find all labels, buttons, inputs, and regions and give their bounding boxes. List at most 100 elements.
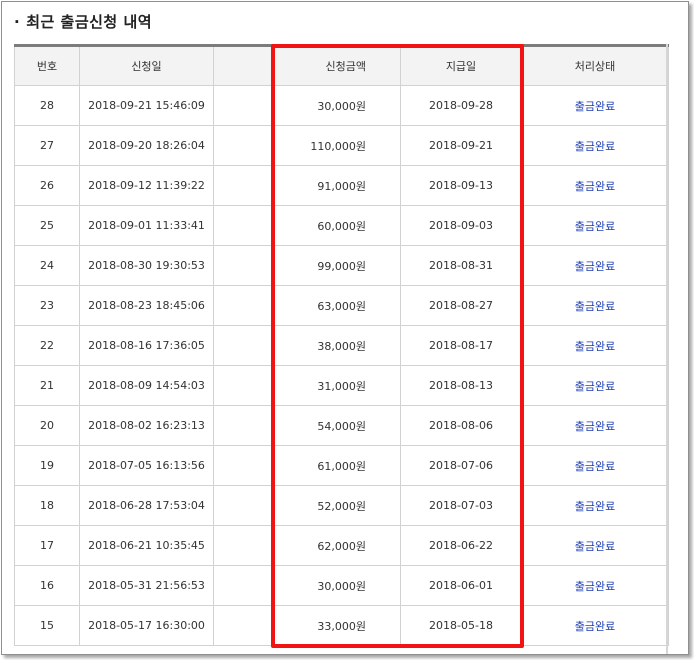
cell-pay-date: 2018-08-13	[400, 365, 522, 406]
cell-blank	[213, 605, 273, 646]
cell-request-date: 2018-09-01 11:33:41	[79, 205, 214, 246]
header-request-date: 신청일	[79, 45, 214, 86]
cell-request-date: 2018-06-28 17:53:04	[79, 485, 214, 526]
cell-blank	[213, 205, 273, 246]
cell-amount: 99,000원	[272, 245, 401, 286]
table-row: 21 2018-08-09 14:54:03 31,000원 2018-08-13 출금…	[14, 365, 669, 406]
cell-request-date: 2018-08-16 17:36:05	[79, 325, 214, 366]
withdrawal-table: 번호 신청일 신청금액 지급일 처리상태 28 2018-09-21 15:46:…	[14, 44, 669, 646]
cell-blank	[213, 405, 273, 446]
cell-request-date: 2018-06-21 10:35:45	[79, 525, 214, 566]
status-link[interactable]: 출금완료	[521, 525, 669, 566]
cell-blank	[213, 325, 273, 366]
table-row: 28 2018-09-21 15:46:09 30,000원 2018-09-28 출금…	[14, 85, 669, 126]
table-row: 26 2018-09-12 11:39:22 91,000원 2018-09-13 출금…	[14, 165, 669, 206]
cell-amount: 31,000원	[272, 365, 401, 406]
cell-blank	[213, 125, 273, 166]
header-pay-date: 지급일	[400, 45, 522, 86]
cell-no: 28	[14, 85, 80, 126]
cell-amount: 38,000원	[272, 325, 401, 366]
header-no: 번호	[14, 45, 80, 86]
cell-pay-date: 2018-08-27	[400, 285, 522, 326]
cell-amount: 110,000원	[272, 125, 401, 166]
header-amount: 신청금액	[272, 45, 401, 86]
status-link[interactable]: 출금완료	[521, 445, 669, 486]
table-row: 22 2018-08-16 17:36:05 38,000원 2018-08-17 출금…	[14, 325, 669, 366]
cell-request-date: 2018-08-30 19:30:53	[79, 245, 214, 286]
status-link[interactable]: 출금완료	[521, 205, 669, 246]
cell-no: 20	[14, 405, 80, 446]
status-link[interactable]: 출금완료	[521, 405, 669, 446]
cell-blank	[213, 525, 273, 566]
cell-no: 26	[14, 165, 80, 206]
header-status: 처리상태	[521, 45, 669, 86]
cell-no: 19	[14, 445, 80, 486]
cell-amount: 60,000원	[272, 205, 401, 246]
cell-blank	[213, 445, 273, 486]
cell-request-date: 2018-07-05 16:13:56	[79, 445, 214, 486]
cell-blank	[213, 365, 273, 406]
table-row: 27 2018-09-20 18:26:04 110,000원 2018-09-21 출…	[14, 125, 669, 166]
status-link[interactable]: 출금완료	[521, 325, 669, 366]
cell-no: 15	[14, 605, 80, 646]
section-title-text: 최근 출금신청 내역	[26, 13, 153, 31]
cell-pay-date: 2018-09-28	[400, 85, 522, 126]
table-row: 16 2018-05-31 21:56:53 30,000원 2018-06-01 출금…	[14, 565, 669, 606]
cell-request-date: 2018-09-20 18:26:04	[79, 125, 214, 166]
cell-pay-date: 2018-08-06	[400, 405, 522, 446]
cell-blank	[213, 85, 273, 126]
table-row: 20 2018-08-02 16:23:13 54,000원 2018-08-06 출금…	[14, 405, 669, 446]
cell-blank	[213, 485, 273, 526]
table-right-edge	[666, 44, 668, 654]
cell-no: 16	[14, 565, 80, 606]
table-header-row: 번호 신청일 신청금액 지급일 처리상태	[14, 45, 669, 86]
cell-pay-date: 2018-07-03	[400, 485, 522, 526]
status-link[interactable]: 출금완료	[521, 365, 669, 406]
status-link[interactable]: 출금완료	[521, 165, 669, 206]
cell-request-date: 2018-08-02 16:23:13	[79, 405, 214, 446]
cell-no: 18	[14, 485, 80, 526]
title-bullet: ·	[14, 13, 21, 31]
cell-request-date: 2018-05-17 16:30:00	[79, 605, 214, 646]
cell-request-date: 2018-08-23 18:45:06	[79, 285, 214, 326]
cell-blank	[213, 165, 273, 206]
cell-pay-date: 2018-06-22	[400, 525, 522, 566]
status-link[interactable]: 출금완료	[521, 605, 669, 646]
withdrawal-table-wrap: 번호 신청일 신청금액 지급일 처리상태 28 2018-09-21 15:46:…	[14, 44, 690, 646]
table-row: 17 2018-06-21 10:35:45 62,000원 2018-06-22 출금…	[14, 525, 669, 566]
status-link[interactable]: 출금완료	[521, 245, 669, 286]
cell-amount: 91,000원	[272, 165, 401, 206]
section-title: · 최근 출금신청 내역	[14, 11, 152, 32]
table-row: 23 2018-08-23 18:45:06 63,000원 2018-08-27 출금…	[14, 285, 669, 326]
status-link[interactable]: 출금완료	[521, 485, 669, 526]
cell-request-date: 2018-09-12 11:39:22	[79, 165, 214, 206]
cell-request-date: 2018-09-21 15:46:09	[79, 85, 214, 126]
cell-pay-date: 2018-07-06	[400, 445, 522, 486]
cell-no: 17	[14, 525, 80, 566]
cell-amount: 30,000원	[272, 565, 401, 606]
table-row: 15 2018-05-17 16:30:00 33,000원 2018-05-18 출금…	[14, 605, 669, 646]
cell-pay-date: 2018-09-13	[400, 165, 522, 206]
table-row: 19 2018-07-05 16:13:56 61,000원 2018-07-06 출금…	[14, 445, 669, 486]
cell-no: 24	[14, 245, 80, 286]
cell-no: 27	[14, 125, 80, 166]
cell-blank	[213, 245, 273, 286]
withdrawal-history-panel: · 최근 출금신청 내역 번호 신청일 신청금액 지급일 처리상태 28 2018-…	[1, 1, 689, 655]
status-link[interactable]: 출금완료	[521, 125, 669, 166]
status-link[interactable]: 출금완료	[521, 565, 669, 606]
table-row: 25 2018-09-01 11:33:41 60,000원 2018-09-03 출금…	[14, 205, 669, 246]
cell-pay-date: 2018-06-01	[400, 565, 522, 606]
cell-blank	[213, 285, 273, 326]
cell-pay-date: 2018-08-31	[400, 245, 522, 286]
cell-no: 25	[14, 205, 80, 246]
cell-blank	[213, 565, 273, 606]
cell-amount: 63,000원	[272, 285, 401, 326]
cell-no: 22	[14, 325, 80, 366]
table-row: 18 2018-06-28 17:53:04 52,000원 2018-07-03 출금…	[14, 485, 669, 526]
cell-amount: 33,000원	[272, 605, 401, 646]
status-link[interactable]: 출금완료	[521, 85, 669, 126]
status-link[interactable]: 출금완료	[521, 285, 669, 326]
table-row: 24 2018-08-30 19:30:53 99,000원 2018-08-31 출금…	[14, 245, 669, 286]
cell-request-date: 2018-05-31 21:56:53	[79, 565, 214, 606]
cell-amount: 62,000원	[272, 525, 401, 566]
